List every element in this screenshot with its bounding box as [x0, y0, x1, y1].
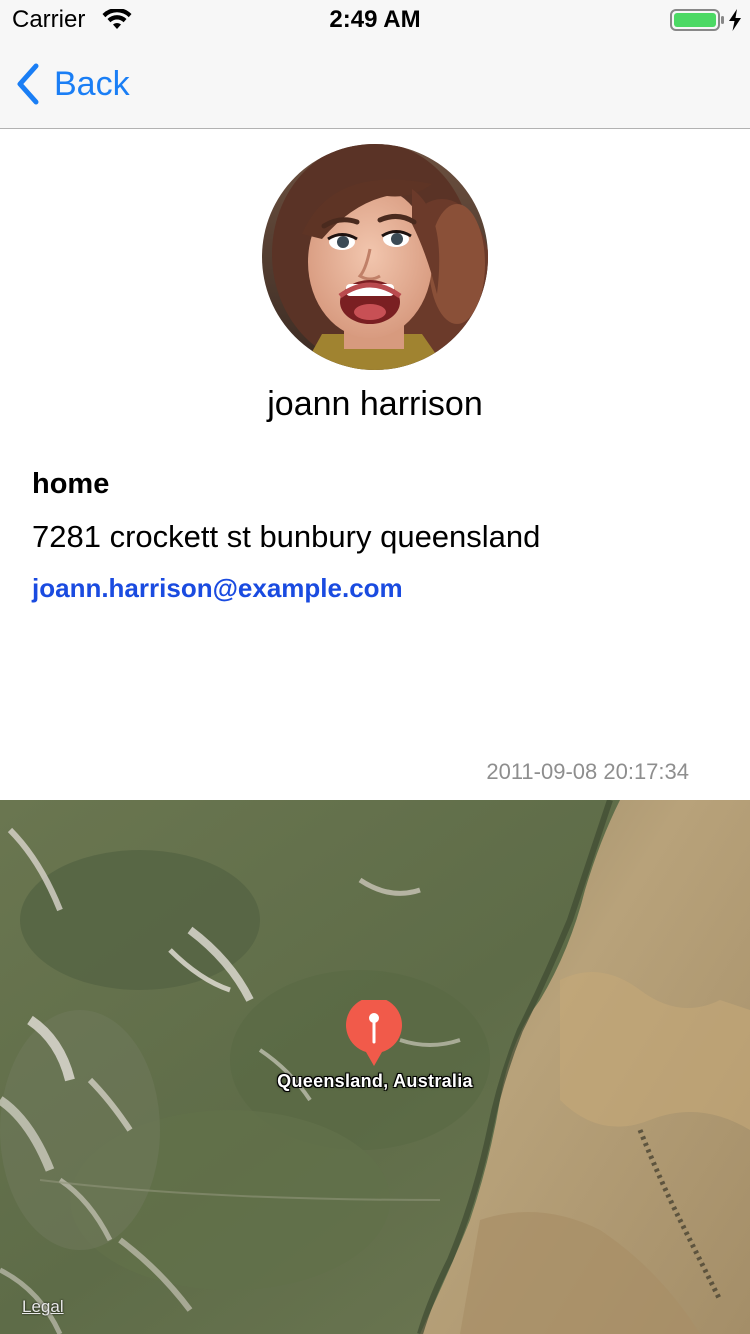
back-button[interactable]: Back	[14, 60, 130, 108]
chevron-left-icon	[17, 63, 39, 105]
address-type-label: home	[32, 468, 110, 500]
avatar-photo	[262, 144, 488, 370]
status-bar: Carrier 2:49 AM	[0, 0, 750, 40]
map-pin-icon[interactable]	[344, 1000, 404, 1070]
map-pin-label: Queensland, Australia	[277, 1071, 473, 1091]
back-label: Back	[54, 65, 130, 103]
avatar	[262, 144, 488, 370]
email-link[interactable]: joann.harrison@example.com	[32, 572, 403, 604]
navigation-bar: Back	[0, 40, 750, 129]
timestamp: 2011-09-08 20:17:34	[486, 759, 689, 784]
contact-name: joann harrison	[267, 385, 483, 423]
charging-icon	[729, 9, 741, 31]
legal-link[interactable]: Legal	[22, 1296, 64, 1318]
clock: 2:49 AM	[329, 6, 421, 33]
address-text: 7281 crockett st bunbury queensland	[32, 519, 541, 554]
battery-icon	[670, 9, 724, 31]
